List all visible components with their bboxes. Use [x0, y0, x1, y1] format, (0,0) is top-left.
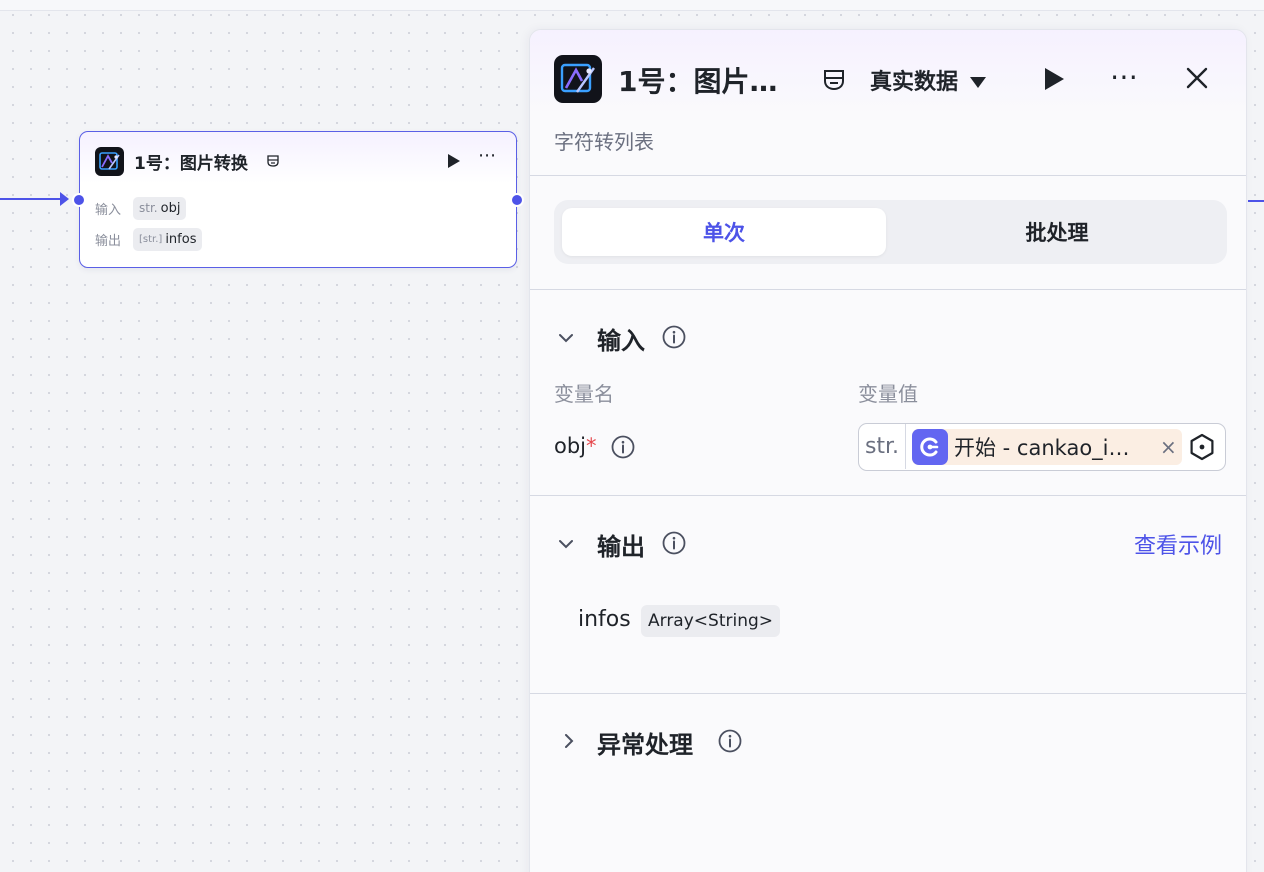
node-run-icon[interactable] [448, 154, 460, 168]
output-field-type: Array<String> [641, 605, 781, 637]
tab-single[interactable]: 单次 [562, 208, 886, 256]
close-icon[interactable] [1185, 66, 1209, 90]
panel-header: 1号：图片… 真实数据 ⋯ 字符转列表 [530, 30, 1246, 176]
variable-reference-chip[interactable]: 开始 - cankao_i… × [912, 429, 1182, 465]
top-strip [0, 0, 1264, 11]
panel-subtitle: 字符转列表 [554, 130, 654, 154]
divider [530, 289, 1246, 290]
mode-segmented-control: 单次 批处理 [554, 200, 1227, 264]
node-input-chip: str. obj [133, 196, 187, 220]
variable-name: obj* [554, 434, 597, 458]
node-input-label: 输入 [95, 202, 122, 218]
panel-title[interactable]: 1号：图片… [618, 60, 777, 100]
node-output-row: 输出 [str.] infos [95, 227, 203, 251]
chevron-down-icon[interactable] [559, 536, 573, 550]
input-section-title[interactable]: 输入 [597, 321, 645, 356]
remove-reference-icon[interactable]: × [1160, 435, 1177, 459]
divider [530, 495, 1246, 496]
node-input-name: obj [160, 200, 181, 216]
output-field-name: infos [578, 607, 631, 632]
node-more-icon[interactable]: ⋯ [478, 145, 497, 166]
variable-name-text: obj [554, 434, 587, 458]
tab-batch[interactable]: 批处理 [895, 208, 1219, 256]
node-title: 1号：图片转换 [134, 154, 248, 174]
input-port[interactable] [72, 193, 86, 207]
exception-section-title[interactable]: 异常处理 [597, 725, 693, 760]
node-output-label: 输出 [95, 233, 122, 249]
info-icon[interactable] [662, 531, 686, 555]
outgoing-edge[interactable] [1248, 200, 1264, 202]
data-source-icon [266, 153, 280, 167]
variable-value-field[interactable]: str. 开始 - cankao_i… × [858, 423, 1226, 471]
node-output-chip: [str.] infos [133, 227, 203, 251]
panel-plugin-icon [554, 55, 602, 103]
node-output-type: [str.] [139, 233, 163, 245]
chevron-right-icon[interactable] [562, 733, 576, 748]
output-section-title[interactable]: 输出 [597, 527, 645, 562]
chevron-down-icon [970, 76, 987, 88]
node-input-type: str. [139, 201, 158, 215]
variable-reference-icon[interactable] [1188, 433, 1216, 461]
incoming-edge-arrow [60, 192, 69, 206]
data-source-dropdown[interactable]: 真实数据 [870, 64, 987, 96]
chevron-down-icon[interactable] [559, 330, 573, 344]
column-header-value: 变量值 [858, 382, 918, 406]
required-mark: * [586, 434, 597, 458]
variable-type-label: str. [859, 424, 906, 469]
data-source-icon[interactable] [822, 68, 846, 92]
view-example-link[interactable]: 查看示例 [1134, 528, 1222, 560]
info-icon[interactable] [718, 729, 742, 753]
more-icon[interactable]: ⋯ [1110, 60, 1140, 93]
node-config-panel: 1号：图片… 真实数据 ⋯ 字符转列表 单次 批处理 输入 变量名 变量值 ob… [529, 29, 1247, 872]
info-icon[interactable] [611, 435, 635, 459]
node-plugin-icon [95, 147, 124, 176]
variable-reference-text: 开始 - cankao_i… [954, 436, 1130, 460]
start-node-icon [912, 429, 948, 465]
divider [530, 693, 1246, 694]
column-header-name: 变量名 [554, 382, 614, 406]
incoming-edge[interactable] [0, 198, 66, 200]
workflow-node-card[interactable]: 1号：图片转换 ⋯ 输入 str. obj 输出 [str.] infos [72, 131, 524, 268]
node-input-row: 输入 str. obj [95, 196, 187, 220]
data-source-label: 真实数据 [870, 70, 959, 95]
output-port[interactable] [510, 193, 524, 207]
info-icon[interactable] [662, 325, 686, 349]
run-icon[interactable] [1045, 68, 1064, 90]
node-output-name: infos [165, 231, 197, 247]
